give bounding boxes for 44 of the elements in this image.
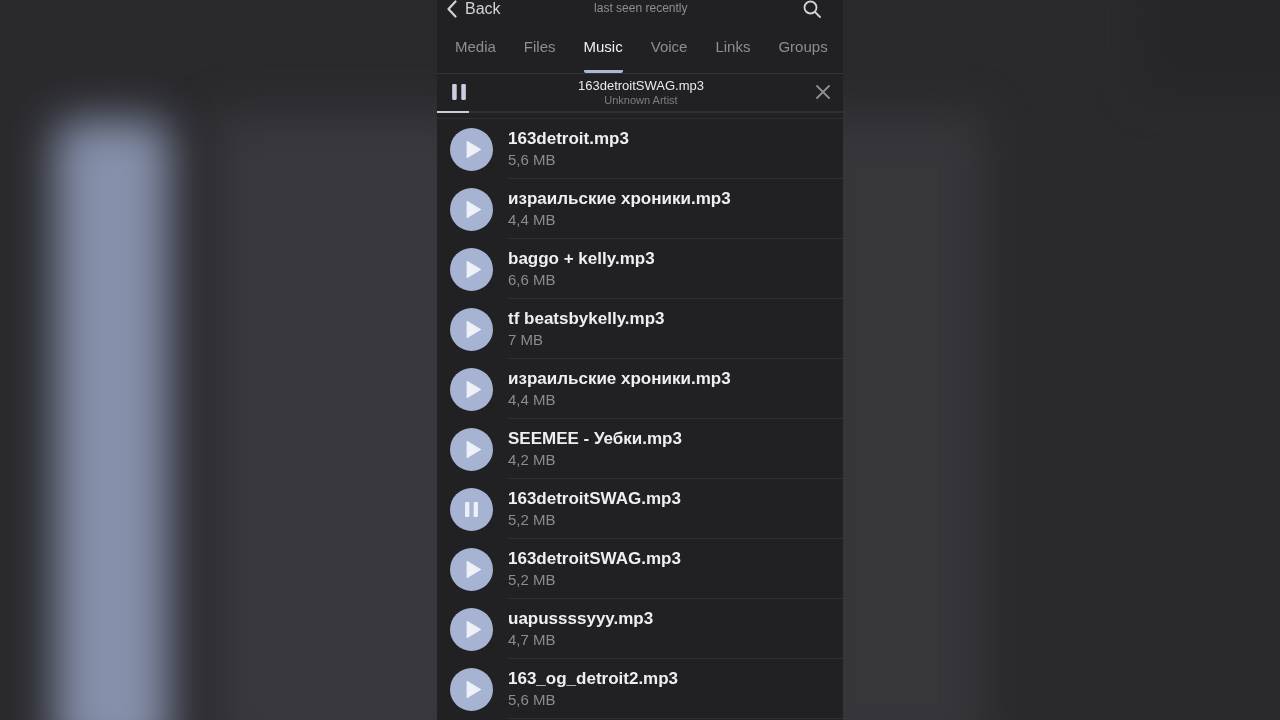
file-size: 6,6 MB (508, 271, 557, 289)
track-title: tf beatsbykelly.mp3 (508, 309, 666, 329)
track-title: израильские хроники.mp3 (508, 369, 732, 389)
back-button[interactable]: Back (447, 0, 501, 18)
track-title: израильские хроники.mp3 (508, 189, 732, 209)
file-size: 5,6 MB (508, 151, 557, 169)
tab[interactable]: Groups (778, 20, 828, 73)
play-button[interactable] (450, 127, 493, 171)
play-button[interactable] (450, 307, 493, 351)
track-title: 163detroitSWAG.mp3 (508, 489, 682, 509)
track-title: 163detroitSWAG.mp3 (508, 549, 682, 569)
tab[interactable]: Links (715, 20, 751, 73)
track-title: 163detroit.mp3 (508, 129, 630, 149)
play-button[interactable] (450, 247, 493, 291)
play-button[interactable] (450, 427, 493, 471)
artist-name: Unknown Artist (604, 93, 678, 107)
search-icon (803, 0, 821, 18)
tab[interactable]: Media (455, 20, 496, 73)
file-size: 7 MB (508, 331, 544, 349)
file-size: 5,6 MB (508, 691, 557, 709)
tab[interactable]: Voice (650, 20, 688, 73)
track-title: 163_og_detroit2.mp3 (508, 669, 680, 689)
play-button[interactable] (450, 667, 493, 711)
play-button[interactable] (450, 607, 493, 651)
search-button[interactable] (803, 0, 821, 18)
status-text: last seen recently (594, 1, 688, 15)
track-title: baggo + kelly.mp3 (508, 249, 656, 269)
file-size: 4,7 MB (508, 631, 557, 649)
file-size: 4,4 MB (508, 211, 557, 229)
tab[interactable]: Files (523, 20, 556, 73)
track-title: uapussssyyy.mp3 (508, 609, 655, 629)
pause-button[interactable] (450, 487, 493, 531)
file-size: 5,2 MB (508, 511, 557, 529)
track-title: 163detroitSWAG.mp3 (578, 77, 704, 94)
close-icon (816, 85, 830, 99)
file-size: 5,2 MB (508, 571, 557, 589)
play-button[interactable] (450, 367, 493, 411)
play-button[interactable] (450, 187, 493, 231)
file-size: 4,4 MB (508, 391, 557, 409)
tab[interactable]: Music (583, 20, 623, 73)
track-title: SEEMEE - Уебки.mp3 (508, 429, 683, 449)
chevron-left-icon (447, 0, 457, 18)
play-button[interactable] (450, 547, 493, 591)
file-size: 4,2 MB (508, 451, 557, 469)
